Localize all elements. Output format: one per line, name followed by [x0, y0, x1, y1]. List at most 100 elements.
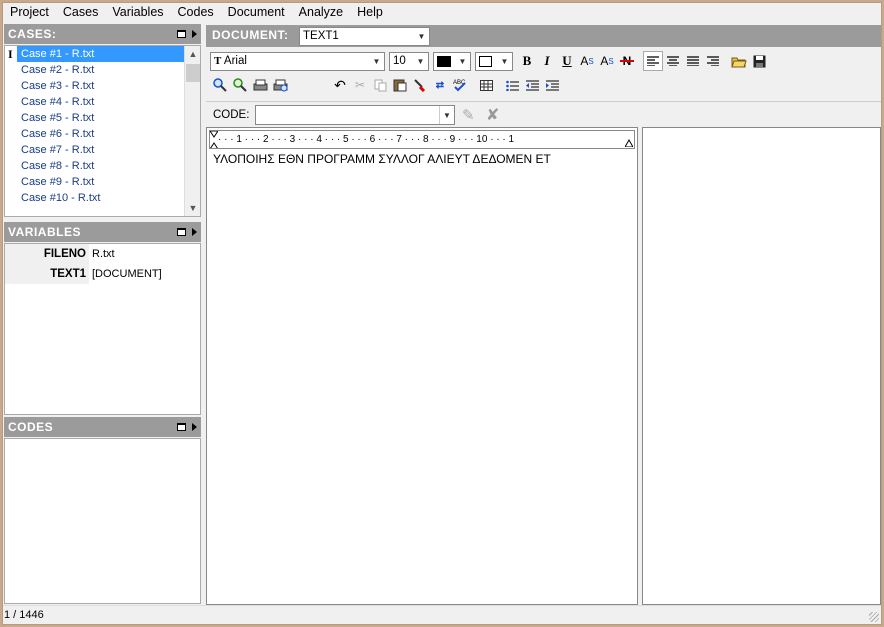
cut-icon[interactable]: ✂ — [350, 75, 370, 95]
menu-project[interactable]: Project — [3, 3, 56, 23]
truetype-icon: T — [214, 54, 222, 67]
code-bar: CODE: ▼ ✎ ✘ — [206, 101, 881, 127]
case-item[interactable]: Case #3 - R.txt — [5, 78, 200, 94]
menu-cases[interactable]: Cases — [56, 3, 105, 23]
color-swatch — [437, 55, 451, 67]
open-folder-icon[interactable] — [729, 51, 749, 71]
collapse-arrow-icon[interactable] — [192, 423, 197, 431]
status-bar: 1 / 1446 — [3, 605, 881, 624]
menu-analyze[interactable]: Analyze — [292, 3, 350, 23]
menu-codes[interactable]: Codes — [171, 3, 221, 23]
find-replace-icon[interactable]: ⇄ — [430, 75, 450, 95]
font-size-value: 10 — [393, 54, 406, 67]
print-icon[interactable] — [250, 75, 270, 95]
cases-list[interactable]: I Case #1 - R.txt Case #2 - R.txt Case #… — [4, 45, 201, 217]
strikethrough-button[interactable]: N — [617, 51, 637, 71]
scroll-up-icon[interactable]: ▲ — [185, 46, 200, 62]
codes-panel-header: CODES — [4, 417, 201, 437]
code-label: CODE: — [213, 109, 250, 121]
maximize-icon[interactable] — [177, 30, 186, 38]
document-select[interactable]: TEXT1 ▼ — [299, 27, 430, 46]
font-select-value: Arial — [223, 54, 247, 67]
record-position: 1 / 1446 — [4, 609, 44, 621]
align-justify-icon[interactable] — [683, 51, 703, 71]
code-margin-pane[interactable] — [642, 127, 881, 605]
maximize-icon[interactable] — [177, 423, 186, 431]
collapse-arrow-icon[interactable] — [192, 30, 197, 38]
document-label: DOCUMENT: — [212, 28, 289, 42]
print-preview-icon[interactable] — [270, 75, 290, 95]
variable-row[interactable]: TEXT1 [DOCUMENT] — [5, 264, 200, 284]
maximize-icon[interactable] — [177, 228, 186, 236]
copy-icon[interactable] — [370, 75, 390, 95]
case-item[interactable]: Case #9 - R.txt — [5, 174, 200, 190]
case-item[interactable]: Case #7 - R.txt — [5, 142, 200, 158]
menu-variables[interactable]: Variables — [105, 3, 170, 23]
font-select[interactable]: T Arial ▼ — [210, 51, 385, 71]
superscript-button[interactable]: AS — [577, 51, 597, 71]
variable-row[interactable]: FILENO R.txt — [5, 244, 200, 264]
case-item[interactable]: Case #10 - R.txt — [5, 190, 200, 206]
text-cursor-icon: I — [8, 47, 13, 61]
variables-panel-title: VARIABLES — [8, 225, 81, 239]
underline-button[interactable]: U — [557, 51, 577, 71]
align-right-icon[interactable] — [703, 51, 723, 71]
right-margin-marker-icon[interactable] — [624, 133, 634, 148]
collapse-arrow-icon[interactable] — [192, 228, 197, 236]
zoom-in-icon[interactable] — [210, 75, 230, 95]
subscript-button[interactable]: AS — [597, 51, 617, 71]
assign-code-icon[interactable]: ✎ — [462, 106, 480, 124]
font-size-select[interactable]: 10 ▼ — [389, 51, 429, 71]
case-item[interactable]: Case #8 - R.txt — [5, 158, 200, 174]
chevron-down-icon: ▼ — [416, 56, 425, 66]
scroll-down-icon[interactable]: ▼ — [185, 200, 200, 216]
indent-marker-icon[interactable] — [210, 131, 219, 148]
variable-name: TEXT1 — [5, 264, 89, 284]
case-item[interactable]: Case #6 - R.txt — [5, 126, 200, 142]
menu-help[interactable]: Help — [350, 3, 390, 23]
color-swatch — [479, 55, 492, 67]
highlight-color-select[interactable]: ▼ — [475, 51, 513, 71]
bold-button[interactable]: B — [517, 51, 537, 71]
variables-panel-header: VARIABLES — [4, 222, 201, 242]
table-icon[interactable] — [476, 75, 496, 95]
document-select-value: TEXT1 — [303, 30, 339, 42]
case-item[interactable]: Case #4 - R.txt — [5, 94, 200, 110]
variable-value: [DOCUMENT] — [92, 268, 162, 280]
variable-name: FILENO — [5, 244, 89, 264]
indent-increase-icon[interactable] — [542, 75, 562, 95]
document-text[interactable]: ΥΛΟΠΟΙΗΣ ΕΘΝ ΠΡΟΓΡΑΜΜ ΣΥΛΛΟΓ ΑΛΙΕΥΤ ΔΕΔΟ… — [213, 152, 551, 166]
subscript-mark: S — [608, 56, 614, 66]
spellcheck-icon[interactable]: ABC — [450, 75, 470, 95]
indent-decrease-icon[interactable] — [522, 75, 542, 95]
variable-value: R.txt — [92, 248, 115, 260]
case-item[interactable]: Case #2 - R.txt — [5, 62, 200, 78]
case-item[interactable]: Case #1 - R.txt — [17, 46, 185, 62]
resize-grip-icon[interactable] — [869, 612, 879, 622]
undo-icon[interactable]: ↶ — [330, 75, 350, 95]
italic-button[interactable]: I — [537, 51, 557, 71]
align-left-icon[interactable] — [643, 51, 663, 71]
paste-icon[interactable] — [390, 75, 410, 95]
codes-tree[interactable] — [4, 438, 201, 604]
text-color-select[interactable]: ▼ — [433, 51, 471, 71]
scroll-thumb[interactable] — [186, 64, 200, 82]
save-icon[interactable] — [749, 51, 769, 71]
chevron-down-icon: ▼ — [439, 106, 454, 124]
case-item[interactable]: Case #5 - R.txt — [5, 110, 200, 126]
cases-panel-header: CASES: — [4, 24, 201, 44]
ruler[interactable]: · · · 1 · · · 2 · · · 3 · · · 4 · · · 5 … — [209, 130, 635, 149]
menu-document[interactable]: Document — [221, 3, 292, 23]
remove-code-icon[interactable]: ✘ — [486, 105, 504, 124]
app-window: Project Cases Variables Codes Document A… — [2, 2, 882, 625]
formatting-toolbar: T Arial ▼ 10 ▼ ▼ ▼ B I U A S A S ↶ ✂ ⇄ A… — [206, 49, 881, 99]
variables-grid: FILENO R.txt TEXT1 [DOCUMENT] — [4, 243, 201, 415]
chevron-down-icon: ▼ — [500, 56, 509, 66]
cases-scrollbar[interactable]: ▲ ▼ — [184, 46, 200, 216]
paste-special-icon[interactable] — [410, 75, 430, 95]
document-editor[interactable]: · · · 1 · · · 2 · · · 3 · · · 4 · · · 5 … — [206, 127, 638, 605]
zoom-out-icon[interactable] — [230, 75, 250, 95]
code-select[interactable]: ▼ — [255, 105, 455, 125]
align-center-icon[interactable] — [663, 51, 683, 71]
bullet-list-icon[interactable] — [502, 75, 522, 95]
